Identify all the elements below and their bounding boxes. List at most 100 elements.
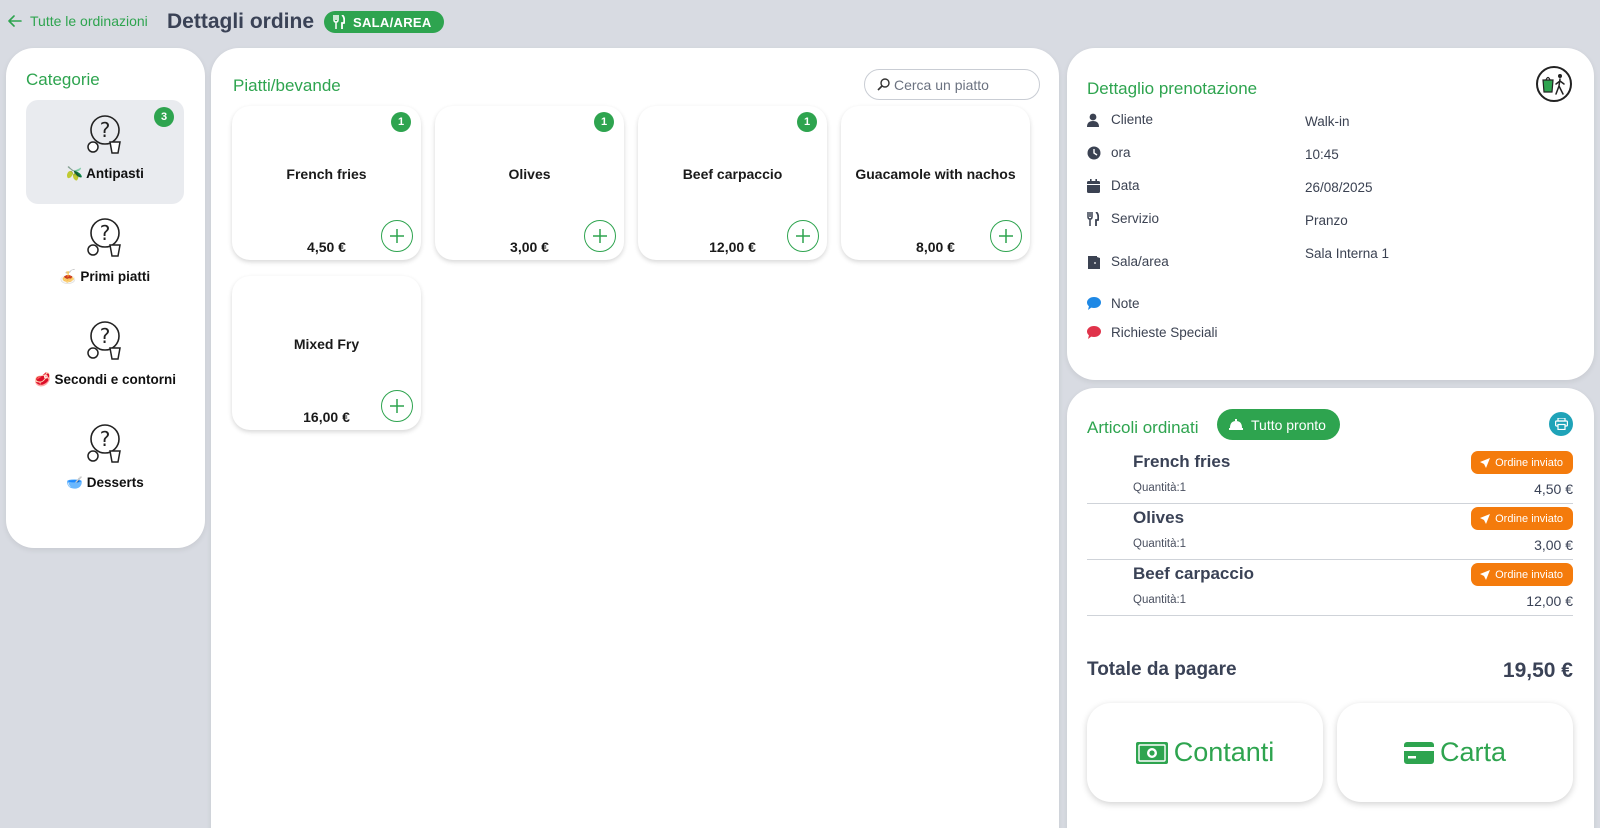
dish-name: Olives	[508, 166, 551, 182]
clock-icon	[1087, 146, 1101, 160]
note-bubble-icon	[1087, 297, 1101, 310]
dish-count-badge: 1	[594, 112, 614, 132]
booking-row-data: Data 26/08/2025	[1087, 178, 1405, 198]
pay-cash-label: Contanti	[1173, 737, 1275, 767]
booking-row-ora: ora 10:45	[1087, 145, 1405, 165]
order-sent-badge[interactable]: Ordine inviato	[1471, 451, 1573, 474]
page-title: Dettagli ordine	[167, 10, 315, 33]
calendar-icon	[1087, 179, 1100, 193]
back-link-label: Tutte le ordinazioni	[30, 13, 148, 29]
category-secondi-e-contorni[interactable]: ? 🥩 Secondi e contorni	[26, 306, 184, 410]
category-primi-piatti[interactable]: ? 🍝 Primi piatti	[26, 203, 184, 307]
booking-label: Sala/area	[1111, 254, 1169, 269]
user-icon	[1087, 113, 1099, 127]
ordered-items-panel: Articoli ordinati Tutto pronto French fr…	[1067, 388, 1594, 828]
pay-card-button[interactable]: Carta	[1337, 703, 1573, 802]
dish-card-olives[interactable]: 1 Olives 3,00 €	[435, 106, 624, 260]
dish-card-beef-carpaccio[interactable]: 1 Beef carpaccio 12,00 €	[638, 106, 827, 260]
ordered-item-name: French fries	[1133, 452, 1231, 471]
categories-panel: Categorie 3 ? 🫒 Antipasti ? 🍝 Primi piat…	[6, 48, 205, 548]
add-dish-button[interactable]	[381, 220, 413, 252]
svg-text:?: ?	[100, 118, 111, 142]
add-dish-button[interactable]	[990, 220, 1022, 252]
booking-details-panel: Dettaglio prenotazione Cliente Walk-in o…	[1067, 48, 1594, 380]
categories-title: Categorie	[26, 70, 100, 89]
credit-card-icon	[1403, 741, 1434, 764]
ordered-item-quantity: Quantità:1	[1133, 482, 1187, 494]
plus-icon	[999, 229, 1013, 243]
plus-icon	[796, 229, 810, 243]
unknown-dish-icon: ?	[87, 321, 121, 360]
booking-row-cliente: Cliente Walk-in	[1087, 112, 1405, 132]
booking-label: Cliente	[1111, 112, 1154, 127]
search-icon	[877, 78, 890, 91]
plus-icon	[593, 229, 607, 243]
dish-name: Mixed Fry	[293, 336, 360, 352]
booking-label: ora	[1111, 145, 1131, 160]
category-antipasti[interactable]: 3 ? 🫒 Antipasti	[26, 100, 184, 204]
total-value: 19,50 €	[1502, 659, 1573, 682]
door-icon	[1088, 256, 1100, 269]
top-bar: Tutte le ordinazioni Dettagli ordine SAL…	[0, 0, 1600, 46]
order-sent-badge[interactable]: Ordine inviato	[1471, 507, 1573, 530]
dish-card-french-fries[interactable]: 1 French fries 4,50 €	[232, 106, 421, 260]
unknown-dish-icon: ?	[87, 218, 121, 257]
pay-cash-button[interactable]: Contanti	[1087, 703, 1323, 802]
printer-icon	[1554, 418, 1568, 430]
ordered-item-row: Beef carpaccio Quantità:1 Ordine inviato…	[1087, 560, 1573, 616]
total-label: Totale da pagare	[1087, 659, 1237, 680]
ordered-item-name: Olives	[1133, 508, 1185, 527]
service-bell-icon	[1229, 419, 1243, 430]
print-button[interactable]	[1549, 412, 1573, 436]
ordered-item-quantity: Quantità:1	[1133, 594, 1187, 606]
svg-text:?: ?	[100, 427, 111, 451]
plus-icon	[390, 229, 404, 243]
special-request-bubble-icon	[1087, 326, 1101, 339]
category-count-badge: 3	[154, 107, 174, 127]
dishes-title: Piatti/bevande	[233, 76, 341, 95]
booking-row-richieste-speciali: Richieste Speciali	[1087, 325, 1305, 340]
paper-plane-icon	[1480, 513, 1491, 524]
all-ready-button[interactable]: Tutto pronto	[1217, 409, 1340, 440]
ordered-item-quantity: Quantità:1	[1133, 538, 1187, 550]
paper-plane-icon	[1480, 569, 1491, 580]
ordered-items-title: Articoli ordinati	[1087, 418, 1199, 437]
add-dish-button[interactable]	[584, 220, 616, 252]
order-status-label: Ordine inviato	[1495, 512, 1563, 525]
category-desserts[interactable]: ? 🥣 Desserts	[26, 409, 184, 513]
booking-row-servizio: Servizio Pranzo	[1087, 211, 1405, 231]
category-label: 🍝 Primi piatti	[59, 269, 151, 284]
dishes-panel: Piatti/bevande 1 French fries 4,50 € 1 O…	[211, 48, 1059, 828]
utensils-icon	[333, 15, 345, 29]
ordered-item-row: French fries Quantità:1 Ordine inviato 4…	[1087, 448, 1573, 504]
booking-label: Richieste Speciali	[1111, 325, 1218, 340]
ordered-item-name: Beef carpaccio	[1133, 564, 1254, 583]
add-dish-button[interactable]	[787, 220, 819, 252]
ordered-item-price: 12,00 €	[1526, 593, 1573, 609]
dish-name: Beef carpaccio	[682, 166, 783, 182]
dish-card-mixed-fry[interactable]: Mixed Fry 16,00 €	[232, 276, 421, 430]
booking-label: Data	[1111, 178, 1140, 193]
dish-card-guacamole-with-nachos[interactable]: Guacamole with nachos 8,00 €	[841, 106, 1030, 260]
ordered-item-price: 3,00 €	[1534, 537, 1573, 553]
cash-icon	[1135, 741, 1168, 764]
pay-card-label: Carta	[1439, 737, 1507, 767]
svg-text:?: ?	[100, 221, 111, 245]
paper-plane-icon	[1480, 457, 1491, 468]
dish-count-badge: 1	[797, 112, 817, 132]
search-box	[864, 69, 1040, 100]
booking-value: Walk-in	[1305, 114, 1350, 129]
add-dish-button[interactable]	[381, 390, 413, 422]
order-sent-badge[interactable]: Ordine inviato	[1471, 563, 1573, 586]
booking-row-note: Note	[1087, 296, 1305, 311]
booking-value: 10:45	[1305, 147, 1339, 162]
area-badge: SALA/AREA	[324, 11, 444, 33]
back-to-orders-link[interactable]: Tutte le ordinazioni	[8, 13, 148, 29]
svg-text:?: ?	[100, 324, 111, 348]
booking-label: Servizio	[1111, 211, 1160, 226]
search-input[interactable]	[894, 76, 1034, 93]
booking-title: Dettaglio prenotazione	[1087, 79, 1258, 98]
area-badge-label: SALA/AREA	[353, 14, 432, 30]
ordered-item-price: 4,50 €	[1534, 481, 1573, 497]
dish-name: Guacamole with nachos	[855, 166, 1016, 182]
